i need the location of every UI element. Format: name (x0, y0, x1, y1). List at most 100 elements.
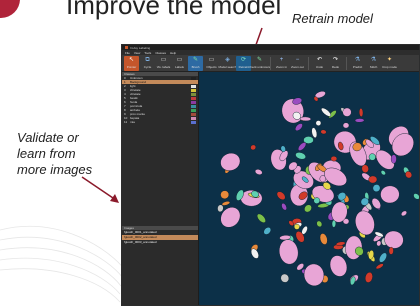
segmented-object[interactable] (388, 246, 394, 255)
class-row[interactable]: 11 mia (122, 120, 198, 124)
toolbar-button-stitch[interactable]: ⚗ Stitch (366, 56, 381, 71)
segmented-object[interactable] (294, 122, 304, 132)
menu-classes[interactable]: Classes (155, 51, 166, 55)
annotation-canvas[interactable] (200, 72, 420, 306)
window-icon: ▭ (160, 56, 167, 63)
segmented-object[interactable] (320, 129, 327, 135)
class-color-swatch (191, 88, 196, 92)
segmented-object[interactable] (371, 183, 381, 193)
toolbar-separator (270, 56, 271, 70)
toolbar-button-label: Cycle (143, 64, 152, 69)
toolbar-button-labels[interactable]: ▭ Labels (172, 56, 187, 71)
toolbar-button-vis-labels[interactable]: ▭ Vis. labels (156, 56, 171, 71)
layers-icon: ⧉ (145, 56, 150, 63)
brush-icon: ✎ (192, 56, 199, 63)
toolbar-button-label: Labels (175, 64, 184, 69)
segmented-object[interactable] (293, 223, 300, 230)
toolbar-button-pointer[interactable]: ↖ Pointer (124, 55, 139, 71)
retrain-icon: ⟳ (240, 56, 247, 63)
segmented-object[interactable] (250, 144, 257, 151)
segmented-object[interactable] (295, 151, 307, 160)
toolbar-button-crop-mode[interactable]: ✦ Crop mode (382, 56, 397, 71)
segmented-object[interactable] (383, 229, 406, 250)
toolbar: ↖ Pointer ⧉ Cycle ▭ Vis. labels ▭ Labels ✎ Brush ▭… (122, 55, 419, 72)
segmented-object[interactable] (380, 185, 400, 204)
class-color-swatch (191, 108, 196, 112)
segmented-object[interactable] (342, 122, 350, 129)
toolbar-button-label: Vis. labels (156, 64, 171, 69)
segmented-object[interactable] (279, 273, 290, 284)
segmented-object[interactable] (330, 155, 338, 162)
segmented-object[interactable] (315, 120, 322, 126)
toolbar-button-model-search[interactable]: ◈ Model search (219, 56, 237, 71)
image-list: fgtooth_0001_annotated fgtooth_0002_annot… (122, 230, 198, 305)
segmented-object[interactable] (220, 190, 230, 200)
segmentation-image[interactable] (200, 72, 420, 306)
segmented-object[interactable] (400, 210, 407, 217)
window-icon: ▭ (208, 56, 215, 63)
class-color-swatch (191, 76, 196, 80)
validate-arrowhead (110, 194, 119, 203)
segmented-object[interactable] (303, 203, 313, 213)
window-icon: ▭ (176, 56, 183, 63)
toolbar-button-predict[interactable]: ⚗ Predict (350, 56, 365, 71)
image-list-item[interactable]: fgtooth_0003_annotated (122, 240, 198, 245)
segmented-object[interactable] (364, 271, 374, 283)
segmented-object[interactable] (358, 108, 364, 117)
segmented-object[interactable] (256, 212, 268, 224)
class-color-swatch (191, 96, 196, 100)
toolbar-button-cycle[interactable]: ⧉ Cycle (140, 56, 155, 71)
segmented-object[interactable] (327, 253, 349, 278)
segmented-object[interactable] (254, 168, 263, 175)
segmented-object[interactable] (280, 202, 287, 211)
app-window: ImJoy Labeling File View Tools Classes Help … (121, 44, 420, 306)
zoom-out-icon: − (295, 56, 300, 63)
segmented-object[interactable] (352, 208, 377, 237)
segmented-object[interactable] (316, 220, 323, 228)
segmented-object[interactable] (311, 127, 318, 138)
segmented-object[interactable] (380, 170, 386, 176)
menu-file[interactable]: File (125, 51, 130, 55)
toolbar-button-label: Zoom out (291, 64, 304, 69)
class-color-swatch (191, 84, 196, 88)
toolbar-button-brush[interactable]: ✎ Brush (188, 55, 203, 71)
toolbar-button-redo[interactable]: ↷ Redo (328, 56, 343, 71)
sidebar-divider[interactable] (122, 191, 198, 226)
slide-headline: Improve the model (66, 0, 282, 20)
toolbar-button-label: Predict (352, 64, 363, 69)
segmented-object[interactable] (319, 233, 329, 246)
class-color-swatch (191, 112, 196, 116)
zoom-in-icon: + (279, 56, 284, 63)
segmented-object[interactable] (221, 200, 231, 206)
toolbar-button-check-unknowns[interactable]: ✎ Check unknowns (248, 56, 271, 71)
segmented-object[interactable] (218, 150, 242, 173)
segmented-object[interactable] (335, 241, 346, 246)
toolbar-button-objects[interactable]: ▭ Objects (204, 56, 219, 71)
class-list: 0 Unknown 1 Background 2 light 3 zitrelate 4 vitr… (122, 76, 198, 191)
class-color-swatch (191, 116, 196, 120)
segmented-object[interactable] (390, 154, 397, 164)
segmented-object[interactable] (412, 192, 420, 200)
toolbar-button-undo[interactable]: ↶ Undo (312, 56, 327, 71)
toolbar-button-label: Undo (315, 64, 324, 69)
menu-tools[interactable]: Tools (144, 51, 151, 55)
segmented-object[interactable] (262, 226, 272, 236)
segmented-object[interactable] (368, 175, 378, 184)
toolbar-button-label: Stitch (369, 64, 378, 69)
segmented-object[interactable] (378, 252, 389, 264)
toolbar-button-zoom-out[interactable]: − Zoom out (290, 56, 305, 71)
segmented-object[interactable] (275, 190, 286, 201)
segmented-object[interactable] (354, 118, 365, 123)
class-color-swatch (191, 100, 196, 104)
segmented-object[interactable] (303, 262, 326, 287)
toolbar-button-zoom-in[interactable]: + Zoom in (274, 56, 289, 71)
app-logo-icon (125, 46, 128, 49)
menu-view[interactable]: View (134, 51, 140, 55)
segmented-object[interactable] (349, 276, 356, 286)
segmented-object[interactable] (299, 116, 312, 122)
segmented-object[interactable] (320, 107, 332, 118)
toolbar-button-label: Objects (206, 64, 217, 69)
segmented-object[interactable] (375, 263, 384, 270)
segmented-object[interactable] (277, 238, 299, 265)
menu-help[interactable]: Help (170, 51, 176, 55)
